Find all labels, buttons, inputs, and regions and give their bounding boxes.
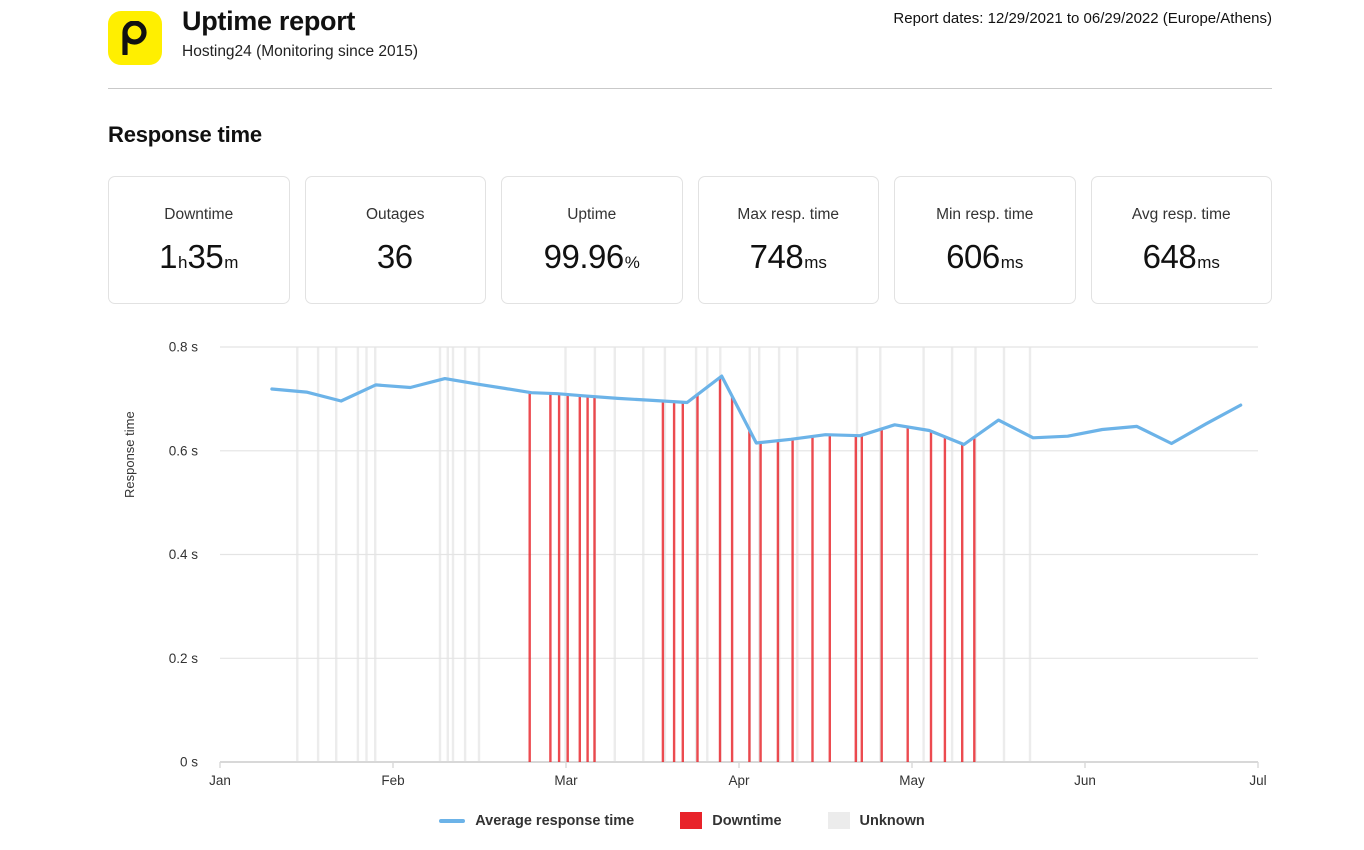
stat-card-label: Outages — [365, 206, 425, 224]
stat-card-label: Min resp. time — [936, 206, 1034, 224]
y-tick-label: 0.8 s — [169, 340, 199, 355]
value-unit: ms — [1000, 252, 1024, 272]
legend-downtime-swatch-icon — [680, 812, 703, 829]
downtime-bar — [681, 402, 684, 762]
downtime-bar — [929, 431, 933, 762]
legend-item-average-response-time[interactable]: Average response time — [439, 813, 634, 829]
downtime-bar — [973, 437, 976, 762]
value-unit: ms — [1197, 252, 1220, 272]
downtime-bar — [759, 442, 762, 762]
downtime-bar — [791, 439, 794, 762]
x-tick-label: Feb — [381, 773, 404, 788]
x-tick-label: Jun — [1074, 773, 1096, 788]
stat-card-uptime: Uptime 99.96% — [501, 176, 683, 304]
downtime-bar — [828, 434, 831, 762]
downtime-bar — [661, 401, 665, 762]
legend-item-unknown[interactable]: Unknown — [827, 812, 925, 829]
title-block: Uptime report Hosting24 (Monitoring sinc… — [182, 6, 418, 62]
downtime-bar — [578, 395, 581, 762]
downtime-bar — [854, 435, 857, 762]
report-header: Uptime report Hosting24 (Monitoring sinc… — [108, 0, 1272, 84]
x-tick-label: Jan — [209, 773, 231, 788]
y-axis-title: Response time — [122, 411, 137, 498]
downtime-bar — [730, 396, 734, 762]
value-main: 36 — [376, 237, 413, 275]
stat-card-label: Uptime — [567, 206, 617, 224]
downtime-bar — [811, 436, 814, 762]
stat-card-value: 36 — [377, 240, 414, 273]
legend-label: Unknown — [859, 812, 925, 829]
downtime-bar — [906, 427, 909, 762]
uptime-report-page: Uptime report Hosting24 (Monitoring sinc… — [0, 0, 1364, 850]
value-unit: ms — [804, 252, 827, 272]
page-title: Uptime report — [182, 6, 356, 36]
stat-card-value: 606 ms — [946, 240, 1023, 273]
downtime-bar — [566, 394, 569, 762]
report-dates: Report dates: 12/29/2021 to 06/29/2022 (… — [893, 10, 1272, 27]
downtime-bar — [586, 396, 589, 762]
stat-card-label: Downtime — [164, 206, 234, 224]
stat-card-value: 648 ms — [1143, 240, 1220, 273]
downtime-bar — [718, 377, 722, 762]
response-time-chart: 0.8 s 0.6 s 0.4 s 0.2 s 0 s Jan Feb Mar Apr May Ju… — [0, 330, 1364, 800]
x-tick-label: Jul — [1249, 773, 1266, 788]
downtime-bar — [748, 429, 751, 762]
value-main-2: 35 — [187, 237, 224, 275]
section-title: Response time — [108, 122, 262, 147]
legend-label: Downtime — [712, 812, 782, 829]
stat-card-max-resp-time: Max resp. time 748 ms — [697, 176, 879, 304]
legend-item-downtime[interactable]: Downtime — [680, 812, 782, 829]
stat-card-min-resp-time: Min resp. time 606 ms — [894, 176, 1076, 304]
y-tick-label: 0.4 s — [169, 547, 199, 562]
x-tick-label: Mar — [554, 773, 578, 788]
page-subtitle: Hosting24 (Monitoring since 2015) — [182, 43, 419, 61]
average-response-time-line — [270, 374, 1243, 447]
y-tick-label: 0.2 s — [169, 651, 199, 666]
chart-canvas: 0.8 s 0.6 s 0.4 s 0.2 s 0 s Jan Feb Mar Apr May Ju… — [169, 340, 1267, 789]
value-unit: % — [624, 252, 640, 272]
value-main: 648 — [1142, 237, 1197, 275]
downtime-bar — [549, 393, 552, 762]
legend-line-swatch-icon — [439, 818, 466, 823]
header-divider — [108, 88, 1272, 89]
stat-card-downtime: Downtime 1 h 35 m — [108, 176, 290, 304]
legend-unknown-swatch-icon — [827, 812, 850, 829]
value-main: 748 — [749, 237, 804, 275]
chart-legend: Average response time Downtime Unknown — [0, 812, 1364, 829]
legend-label: Average response time — [475, 812, 635, 829]
stat-card-outages: Outages 36 — [304, 176, 486, 304]
downtime-bar — [696, 394, 699, 762]
downtime-bar — [557, 393, 561, 762]
y-tick-label: 0 s — [180, 755, 198, 770]
stat-card-avg-resp-time: Avg resp. time 648 ms — [1090, 176, 1272, 304]
stat-card-label: Max resp. time — [737, 206, 840, 224]
value-main: 606 — [946, 237, 1000, 275]
stat-cards: Downtime 1 h 35 m Outages 36 Uptime 99.96% … — [108, 176, 1272, 304]
downtime-bar — [776, 440, 780, 762]
x-tick-label: Apr — [728, 773, 750, 788]
stat-card-value: 1 h 35 m — [159, 240, 238, 273]
y-tick-label: 0.6 s — [169, 443, 199, 458]
stat-card-value: 99.96% — [544, 240, 640, 273]
downtime-bar — [593, 396, 596, 762]
value-main: 1 — [159, 237, 177, 275]
x-tick-label: May — [899, 773, 925, 788]
downtime-bar — [528, 392, 531, 762]
downtime-bar — [880, 428, 883, 762]
value-unit-2: m — [224, 252, 239, 272]
downtime-bar — [672, 401, 676, 762]
pingdom-p-logo-icon — [108, 11, 162, 65]
value-unit: h — [178, 252, 188, 272]
downtime-bar — [961, 443, 964, 762]
value-main: 99.96 — [543, 237, 625, 275]
stat-card-label: Avg resp. time — [1131, 206, 1231, 224]
downtime-bar — [943, 436, 947, 762]
downtime-bar — [860, 435, 863, 762]
stat-card-value: 748 ms — [750, 240, 827, 273]
